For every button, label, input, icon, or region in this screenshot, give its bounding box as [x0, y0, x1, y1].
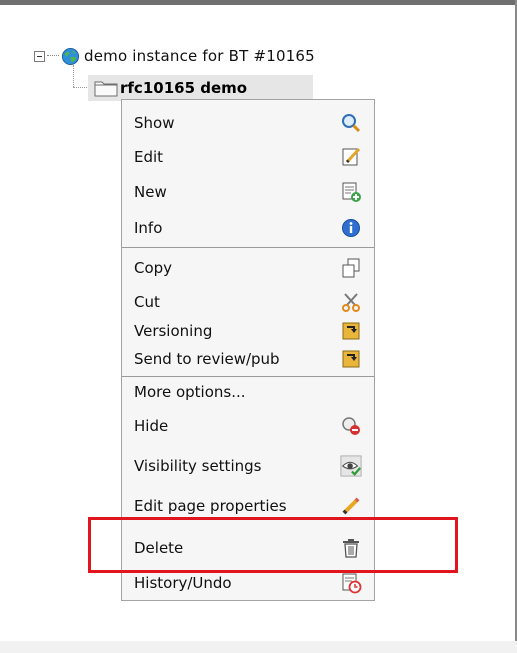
history-icon: [340, 572, 362, 594]
menu-item-label: Visibility settings: [134, 457, 262, 475]
menu-item-label: New: [134, 183, 167, 201]
menu-item-label: Cut: [134, 293, 160, 311]
menu-item-hide[interactable]: Hide: [122, 407, 374, 445]
info-icon: [340, 217, 362, 239]
menu-item-visibility-settings[interactable]: Visibility settings: [122, 445, 374, 487]
menu-item-label: Info: [134, 219, 163, 237]
menu-item-versioning[interactable]: Versioning: [122, 318, 374, 344]
window-top-border: [0, 0, 517, 5]
menu-item-copy[interactable]: Copy: [122, 250, 374, 286]
tree-root-label: demo instance for BT #10165: [84, 47, 315, 65]
menu-item-edit[interactable]: Edit: [122, 140, 374, 174]
menu-separator: [122, 376, 374, 377]
tree-node-label: rfc10165 demo: [120, 79, 248, 97]
collapse-toggle-icon[interactable]: [34, 50, 45, 62]
menu-item-label: Copy: [134, 259, 173, 277]
menu-item-label: Edit: [134, 148, 164, 166]
menu-item-label: Versioning: [134, 322, 213, 340]
menu-item-send-to-review[interactable]: Send to review/pub: [122, 344, 374, 374]
menu-item-label: Edit page properties: [134, 497, 287, 515]
magnifier-icon: [340, 112, 362, 134]
tree-connector: [47, 55, 59, 57]
menu-item-more-options[interactable]: More options...: [122, 379, 374, 405]
menu-item-label: Hide: [134, 417, 169, 435]
new-page-icon: [340, 181, 362, 203]
menu-item-label: Show: [134, 114, 175, 132]
scissors-icon: [340, 291, 362, 313]
copy-icon: [340, 257, 362, 279]
menu-item-label: Send to review/pub: [134, 350, 280, 368]
edit-pencil-icon: [340, 146, 362, 168]
tree-root-row[interactable]: demo instance for BT #10165: [34, 43, 315, 69]
globe-icon: [61, 47, 80, 65]
menu-item-cut[interactable]: Cut: [122, 286, 374, 318]
tree-connector-vertical: [73, 65, 75, 87]
menu-item-label: History/Undo: [134, 574, 232, 592]
menu-item-info[interactable]: Info: [122, 210, 374, 246]
visibility-icon: [340, 455, 362, 477]
hide-icon: [340, 415, 362, 437]
folder-icon: [94, 81, 118, 97]
menu-item-label: More options...: [134, 383, 246, 401]
menu-item-new[interactable]: New: [122, 174, 374, 210]
menu-separator: [122, 247, 374, 248]
menu-item-show[interactable]: Show: [122, 108, 374, 138]
pencil-icon: [340, 495, 362, 517]
window-bottom-strip: [0, 641, 517, 653]
highlight-annotation-box: [88, 517, 458, 573]
tree-node-selected[interactable]: rfc10165 demo: [88, 75, 313, 101]
versioning-icon: [340, 320, 362, 342]
workflow-icon: [340, 348, 362, 370]
